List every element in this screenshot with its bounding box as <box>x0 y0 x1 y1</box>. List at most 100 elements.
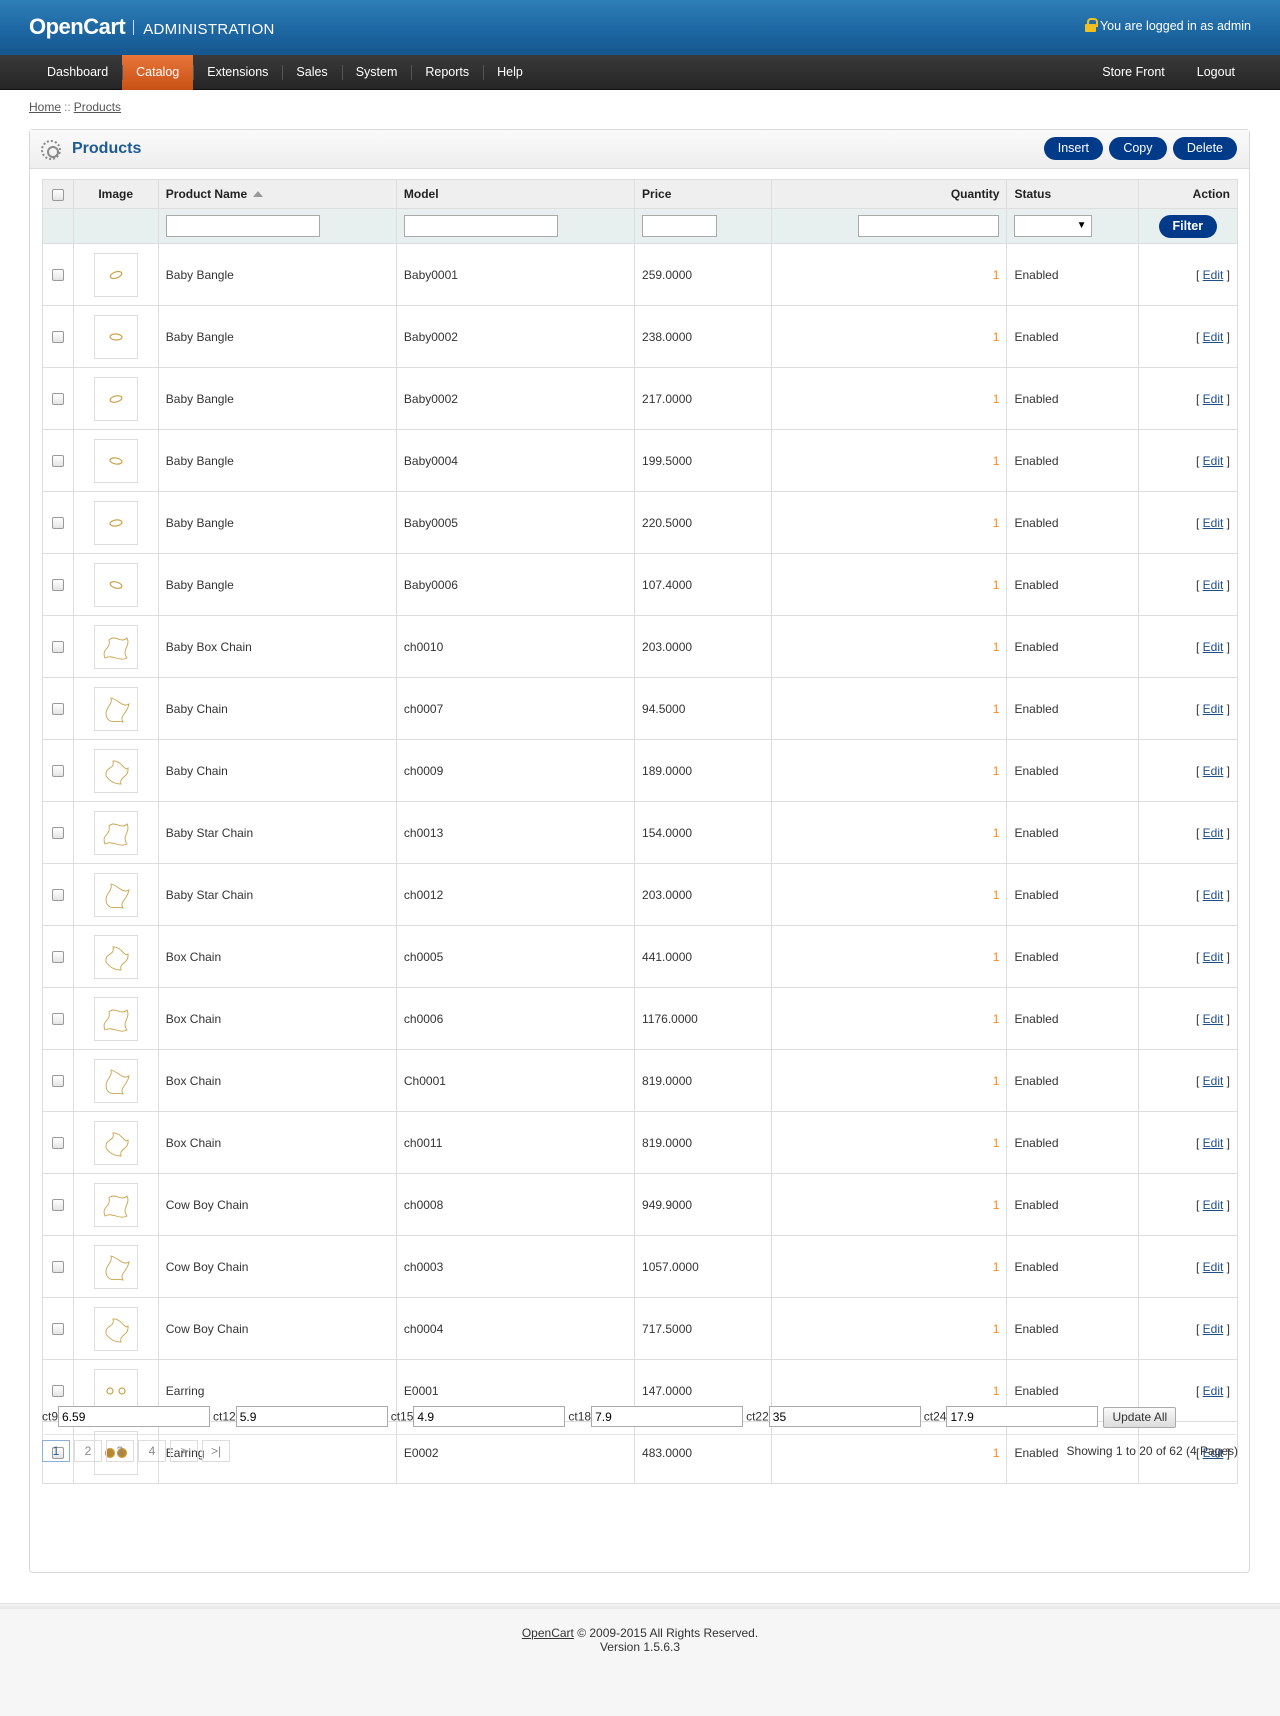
edit-link[interactable]: Edit <box>1203 454 1224 468</box>
row-checkbox[interactable] <box>51 393 64 406</box>
edit-link[interactable]: Edit <box>1203 268 1224 282</box>
page-link[interactable]: 3 <box>106 1440 134 1462</box>
menu-item-sales[interactable]: Sales <box>282 55 341 90</box>
product-thumbnail[interactable] <box>93 562 138 607</box>
row-checkbox[interactable] <box>51 455 64 468</box>
product-thumbnail[interactable] <box>93 252 138 297</box>
filter-status-select[interactable]: ▼ <box>1014 215 1093 237</box>
breadcrumb-products[interactable]: Products <box>74 100 121 114</box>
page-link[interactable]: 2 <box>74 1440 102 1462</box>
row-checkbox[interactable] <box>51 1261 64 1274</box>
edit-link[interactable]: Edit <box>1203 330 1224 344</box>
row-checkbox[interactable] <box>51 517 64 530</box>
row-action-cell: [ Edit ] <box>1137 925 1239 988</box>
row-checkbox[interactable] <box>51 765 64 778</box>
product-thumbnail[interactable] <box>93 872 138 917</box>
row-checkbox[interactable] <box>51 951 64 964</box>
row-checkbox[interactable] <box>51 1013 64 1026</box>
menu-item-store-front[interactable]: Store Front <box>1086 55 1181 90</box>
filter-price-input[interactable] <box>642 215 718 237</box>
row-checkbox[interactable] <box>51 1323 64 1336</box>
edit-link[interactable]: Edit <box>1203 764 1224 778</box>
footer-opencart-link[interactable]: OpenCart <box>522 1626 574 1640</box>
product-thumbnail[interactable] <box>93 996 138 1041</box>
rate-input-ct18[interactable] <box>591 1406 744 1427</box>
header-status[interactable]: Status <box>1006 179 1139 209</box>
row-checkbox[interactable] <box>51 579 64 592</box>
copy-button[interactable]: Copy <box>1109 137 1167 160</box>
row-checkbox[interactable] <box>51 1075 64 1088</box>
row-checkbox[interactable] <box>51 641 64 654</box>
row-checkbox[interactable] <box>51 703 64 716</box>
menu-item-system[interactable]: System <box>341 55 412 90</box>
product-thumbnail[interactable] <box>93 1058 138 1103</box>
rate-input-ct22[interactable] <box>768 1406 921 1427</box>
header-price[interactable]: Price <box>634 179 772 209</box>
product-thumbnail[interactable] <box>93 686 138 731</box>
edit-link[interactable]: Edit <box>1203 640 1224 654</box>
row-checkbox[interactable] <box>51 889 64 902</box>
filter-model-input[interactable] <box>403 215 558 237</box>
edit-link[interactable]: Edit <box>1203 888 1224 902</box>
product-thumbnail[interactable] <box>93 1182 138 1227</box>
edit-link[interactable]: Edit <box>1203 1322 1224 1336</box>
row-checkbox[interactable] <box>51 1199 64 1212</box>
menu-item-logout[interactable]: Logout <box>1181 55 1251 90</box>
insert-button[interactable]: Insert <box>1043 137 1103 160</box>
edit-link[interactable]: Edit <box>1203 950 1224 964</box>
filter-button[interactable]: Filter <box>1158 214 1218 238</box>
row-checkbox[interactable] <box>51 1385 64 1398</box>
rate-input-ct24[interactable] <box>946 1406 1099 1427</box>
table-row: Baby Chain ch0009 189.0000 1 Enabled[ Edit ] <box>42 739 1239 802</box>
breadcrumb-home[interactable]: Home <box>29 100 61 114</box>
product-thumbnail[interactable] <box>93 1244 138 1289</box>
header-quantity[interactable]: Quantity <box>770 179 1008 209</box>
edit-link[interactable]: Edit <box>1203 578 1224 592</box>
menu-item-dashboard[interactable]: Dashboard <box>33 55 122 90</box>
row-checkbox[interactable] <box>51 827 64 840</box>
update-all-button[interactable]: Update All <box>1103 1406 1177 1428</box>
product-thumbnail[interactable] <box>93 748 138 793</box>
product-thumbnail[interactable] <box>93 376 138 421</box>
rate-input-ct9[interactable] <box>58 1406 211 1427</box>
row-checkbox[interactable] <box>51 1137 64 1150</box>
product-thumbnail[interactable] <box>93 934 138 979</box>
menu-item-reports[interactable]: Reports <box>411 55 483 90</box>
product-thumbnail[interactable] <box>93 500 138 545</box>
rate-input-ct12[interactable] <box>235 1406 388 1427</box>
menu-item-help[interactable]: Help <box>483 55 537 90</box>
header-product-name[interactable]: Product Name <box>157 179 397 209</box>
product-thumbnail[interactable] <box>93 438 138 483</box>
product-thumbnail[interactable] <box>93 810 138 855</box>
filter-quantity-input[interactable] <box>858 215 1000 237</box>
delete-button[interactable]: Delete <box>1172 137 1237 160</box>
product-model: Baby0001 <box>395 243 636 306</box>
edit-link[interactable]: Edit <box>1203 1198 1224 1212</box>
product-thumbnail[interactable] <box>93 314 138 359</box>
select-all-checkbox[interactable] <box>51 188 64 201</box>
edit-link[interactable]: Edit <box>1203 1260 1224 1274</box>
header-model[interactable]: Model <box>395 179 636 209</box>
edit-link[interactable]: Edit <box>1203 1012 1224 1026</box>
edit-link[interactable]: Edit <box>1203 702 1224 716</box>
page-link[interactable]: 4 <box>138 1440 166 1462</box>
edit-link[interactable]: Edit <box>1203 392 1224 406</box>
edit-link[interactable]: Edit <box>1203 1074 1224 1088</box>
page-link[interactable]: > <box>170 1440 198 1462</box>
menu-item-extensions[interactable]: Extensions <box>193 55 282 90</box>
edit-link[interactable]: Edit <box>1203 826 1224 840</box>
row-checkbox[interactable] <box>51 269 64 282</box>
filter-name-input[interactable] <box>165 215 320 237</box>
row-checkbox[interactable] <box>51 331 64 344</box>
product-thumbnail[interactable] <box>93 1306 138 1351</box>
menu-item-catalog[interactable]: Catalog <box>122 55 194 90</box>
product-thumbnail[interactable] <box>93 1120 138 1165</box>
edit-link[interactable]: Edit <box>1203 1136 1224 1150</box>
page-link[interactable]: >| <box>202 1440 230 1462</box>
rate-input-ct15[interactable] <box>413 1406 566 1427</box>
logo[interactable]: OpenCart ADMINISTRATION <box>29 14 275 40</box>
edit-link[interactable]: Edit <box>1203 516 1224 530</box>
page-link[interactable]: 1 <box>42 1440 70 1462</box>
edit-link[interactable]: Edit <box>1203 1384 1224 1398</box>
product-thumbnail[interactable] <box>93 624 138 669</box>
